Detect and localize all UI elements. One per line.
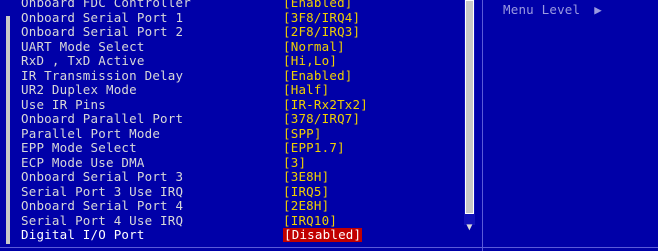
setting-label: Onboard Serial Port 3	[21, 169, 184, 184]
setting-label: Parallel Port Mode	[21, 125, 161, 141]
setting-value[interactable]: [Disabled]	[283, 228, 363, 242]
setting-label: RxD , TxD Active	[21, 53, 145, 68]
setting-label: Use IR Pins	[21, 96, 106, 112]
bios-screen: Onboard FDC Controller [Enabled] Onboard S…	[0, 0, 658, 251]
setting-label: ECP Mode Use DMA	[21, 154, 145, 170]
setting-value[interactable]: [2F8/IRQ3]	[283, 25, 360, 39]
setting-value[interactable]: [EPP1.7]	[283, 141, 345, 155]
scroll-down-arrow-icon[interactable]: ▼	[463, 222, 476, 234]
setting-value[interactable]: [IR-Rx2Tx2]	[283, 97, 368, 112]
scroll-thumb[interactable]	[465, 0, 474, 214]
setting-value[interactable]: [Enabled]	[283, 68, 353, 83]
menu-level: Menu Level ▶	[503, 3, 602, 17]
setting-value[interactable]: [378/IRQ7]	[283, 112, 360, 126]
menu-level-arrow-icon: ▶	[594, 2, 602, 17]
setting-label: Onboard Serial Port 1	[21, 9, 184, 25]
setting-value[interactable]: [2E8H]	[283, 199, 329, 213]
setting-value[interactable]: [Half]	[283, 83, 329, 97]
setting-label: IR Transmission Delay	[21, 67, 184, 83]
setting-value[interactable]: [Enabled]	[283, 0, 353, 10]
setting-value[interactable]: [IRQ5]	[283, 184, 329, 199]
menu-level-label: Menu Level	[503, 2, 581, 17]
setting-label: Onboard Serial Port 4	[21, 198, 184, 213]
item-help-panel: Menu Level ▶	[483, 0, 658, 251]
setting-label: Digital I/O Port	[21, 227, 145, 242]
scrollbar[interactable]: ▼	[461, 0, 478, 240]
setting-value[interactable]: [Normal]	[283, 39, 345, 54]
setting-label: UR2 Duplex Mode	[21, 82, 137, 97]
setting-label: Serial Port 3 Use IRQ	[21, 183, 184, 199]
bottom-border	[0, 247, 658, 248]
setting-label: Serial Port 4 Use IRQ	[21, 212, 184, 228]
setting-label: Onboard Parallel Port	[21, 111, 184, 126]
setting-value[interactable]: [3]	[283, 155, 306, 170]
setting-value[interactable]: [SPP]	[283, 126, 322, 141]
setting-value[interactable]: [3E8H]	[283, 170, 329, 184]
settings-panel: Onboard FDC Controller [Enabled] Onboard S…	[0, 0, 482, 251]
setting-label: Onboard FDC Controller	[21, 0, 191, 10]
setting-value[interactable]: [IRQ10]	[283, 213, 337, 228]
left-edge-bar	[6, 16, 10, 244]
setting-value[interactable]: [Hi,Lo]	[283, 54, 337, 68]
setting-value[interactable]: [3F8/IRQ4]	[283, 10, 360, 25]
setting-label: UART Mode Select	[21, 38, 145, 54]
setting-label: Onboard Serial Port 2	[21, 24, 184, 39]
setting-label: EPP Mode Select	[21, 140, 137, 155]
